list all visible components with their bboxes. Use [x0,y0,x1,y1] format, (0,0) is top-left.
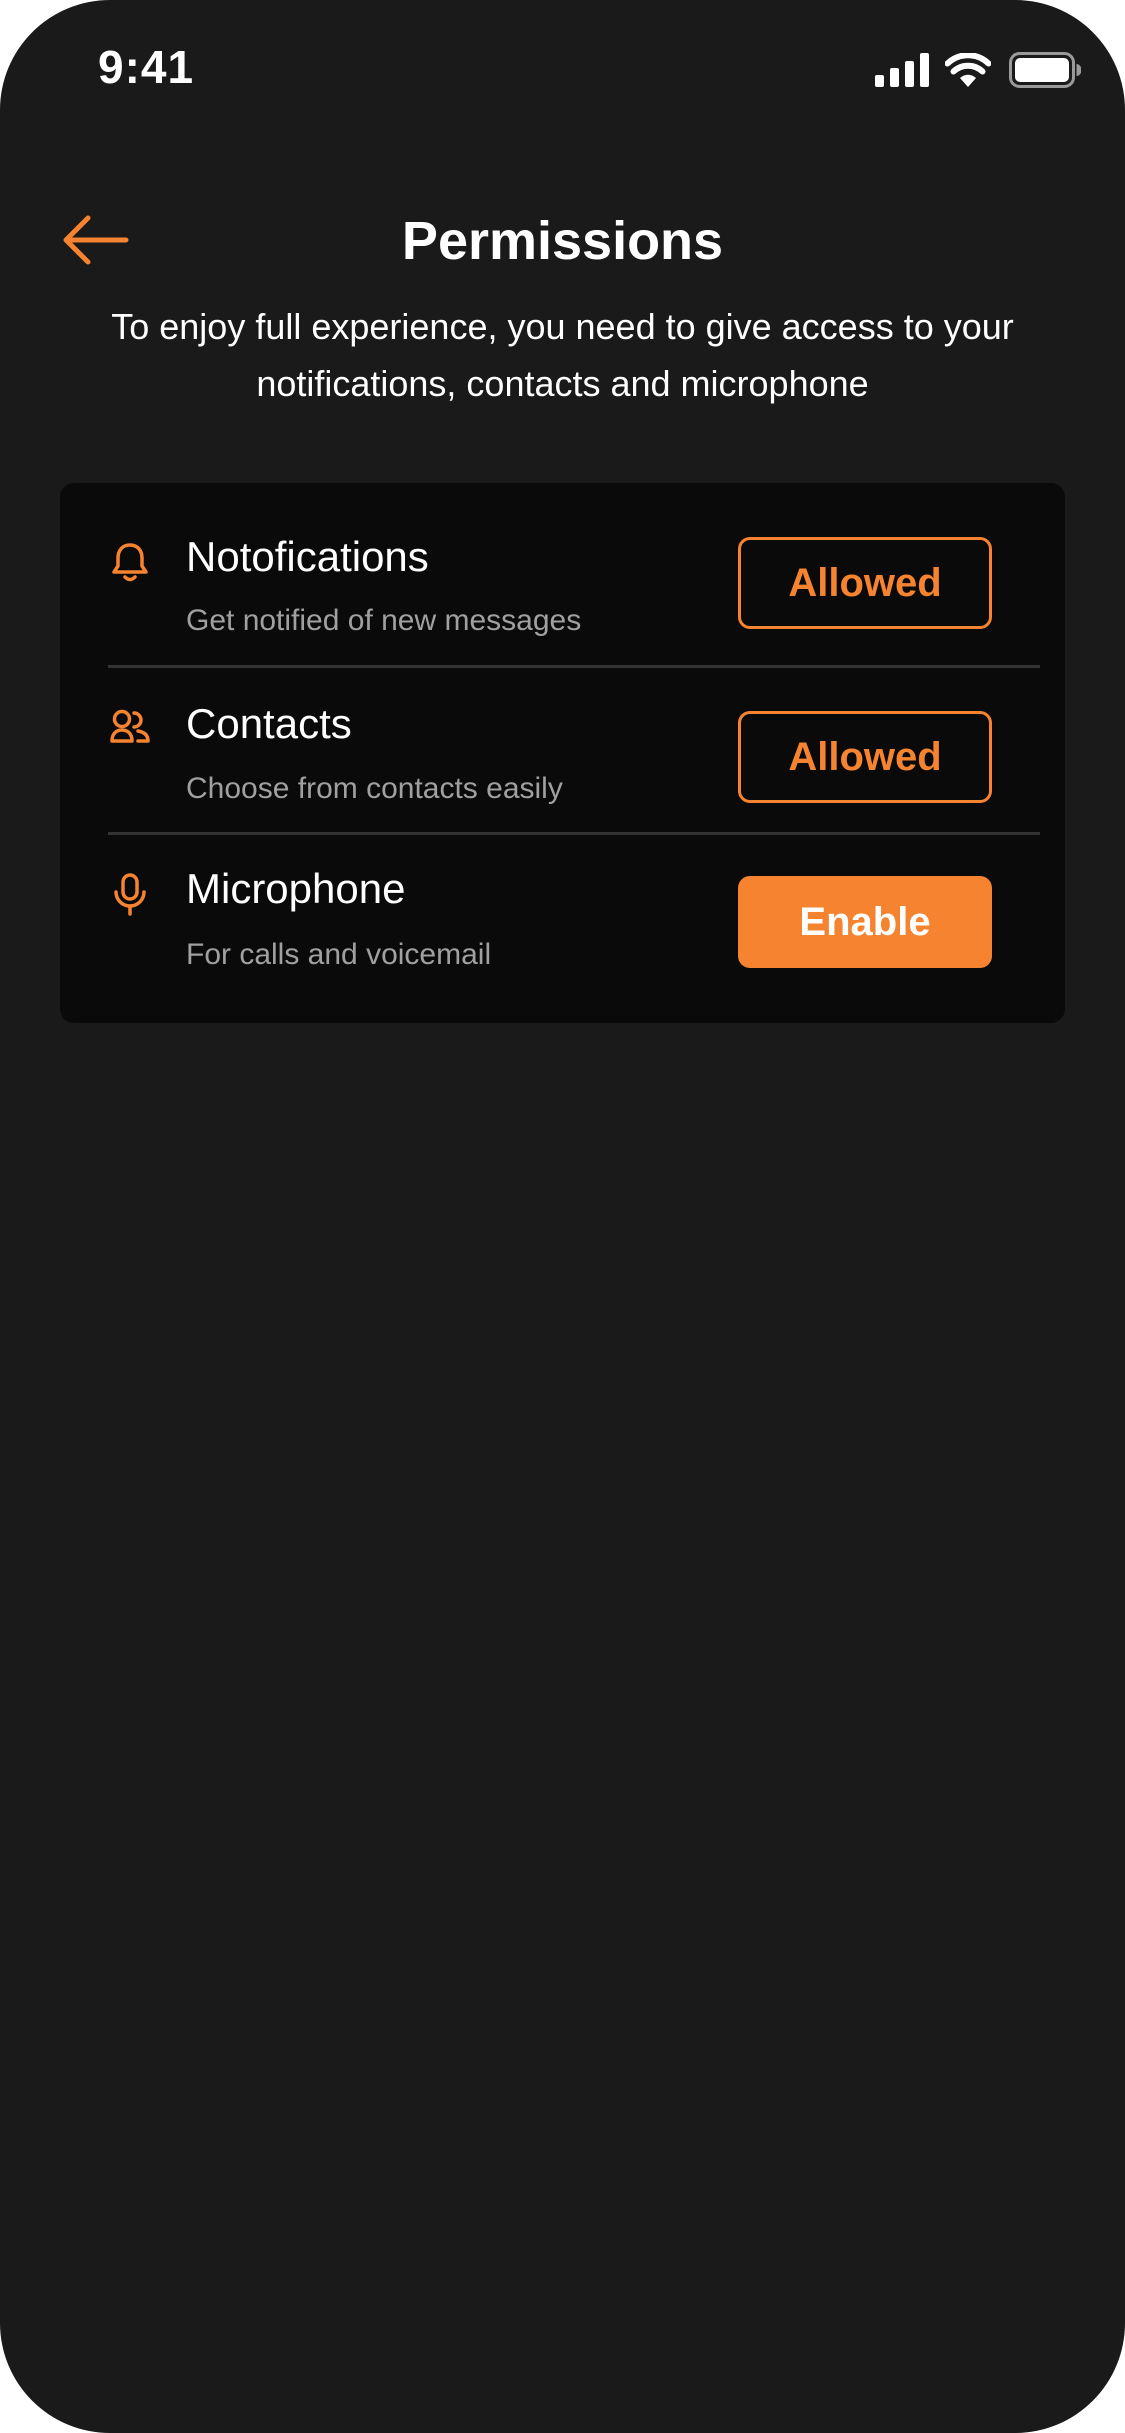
permission-row-microphone: Microphone For calls and voicemail Enabl… [60,834,1065,1023]
wifi-icon [945,53,991,87]
phone-screen: 9:41 Permissions To enjoy full experienc… [0,0,1125,2433]
page-subtitle: To enjoy full experience, you need to gi… [111,306,1014,404]
permission-title: Notofications [186,533,429,580]
status-icons [875,50,1081,90]
notifications-allowed-button[interactable]: Allowed [738,537,992,629]
permissions-card: Notofications Get notified of new messag… [60,483,1065,1023]
permission-description: Get notified of new messages [186,604,582,637]
contacts-icon [110,709,150,743]
permission-title: Contacts [186,700,352,747]
microphone-enable-button[interactable]: Enable [738,876,992,968]
page-title: Permissions [401,211,724,271]
status-time: 9:41 [98,41,195,93]
permission-row-contacts: Contacts Choose from contacts easily All… [60,667,1065,834]
permission-title: Microphone [186,865,406,912]
permission-row-notifications: Notofications Get notified of new messag… [60,483,1065,667]
signal-icon [875,53,929,87]
battery-icon [1009,52,1081,88]
microphone-icon [114,873,146,916]
contacts-allowed-button[interactable]: Allowed [738,711,992,803]
bell-icon [112,543,148,582]
permission-description: Choose from contacts easily [186,772,563,805]
permission-description: For calls and voicemail [186,938,492,971]
